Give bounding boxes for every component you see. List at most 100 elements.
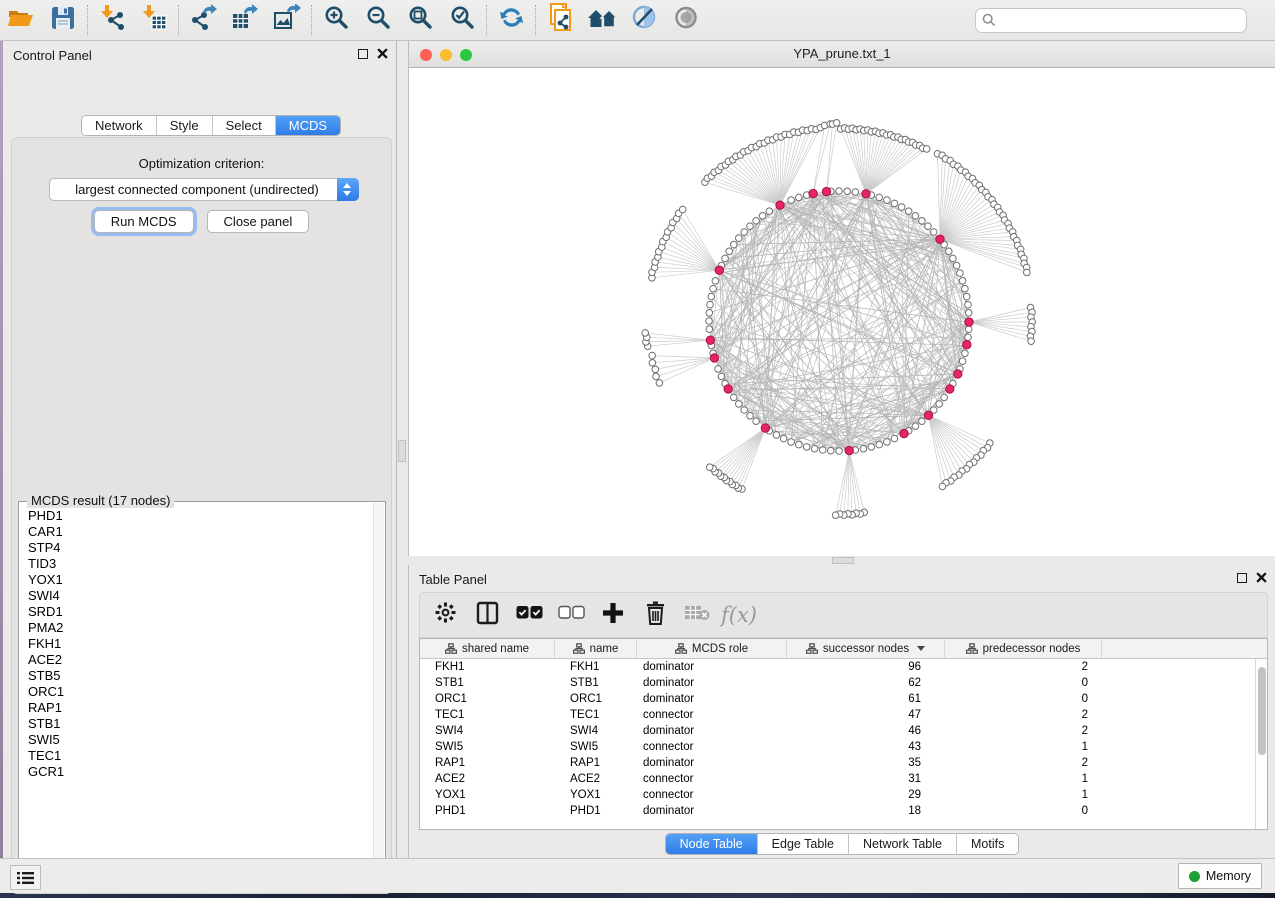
mcds-node-item[interactable]: CAR1	[28, 524, 373, 540]
zoom-out-button[interactable]	[357, 2, 399, 38]
mcds-node-item[interactable]: SRD1	[28, 604, 373, 620]
tab-edge-table[interactable]: Edge Table	[758, 834, 849, 854]
mcds-node-item[interactable]: ORC1	[28, 684, 373, 700]
mcds-list-scrollbar[interactable]	[373, 503, 384, 879]
mcds-node-item[interactable]: TEC1	[28, 748, 373, 764]
open-folder-button[interactable]	[0, 2, 42, 38]
table-scrollbar[interactable]	[1255, 659, 1267, 829]
import-table-button[interactable]	[133, 2, 175, 38]
table-row[interactable]: PHD1PHD1dominator180	[420, 803, 1255, 819]
mcds-node-item[interactable]: PMA2	[28, 620, 373, 636]
mcds-node-item[interactable]: YOX1	[28, 572, 373, 588]
column-header-name[interactable]: name	[555, 639, 637, 658]
mcds-node-item[interactable]: GCR1	[28, 764, 373, 780]
vertical-splitter-grip[interactable]	[398, 440, 406, 462]
horizontal-splitter-grip[interactable]	[832, 557, 854, 564]
memory-button-label: Memory	[1206, 869, 1251, 883]
mcds-node-item[interactable]: TID3	[28, 556, 373, 572]
mcds-node-item[interactable]: SWI5	[28, 732, 373, 748]
run-mcds-button[interactable]: Run MCDS	[94, 210, 194, 233]
tab-motifs[interactable]: Motifs	[957, 834, 1018, 854]
mcds-node-item[interactable]: FKH1	[28, 636, 373, 652]
cell-predecessor-nodes: 2	[945, 709, 1102, 721]
tab-network[interactable]: Network	[82, 116, 157, 135]
mcds-node-item[interactable]: STP4	[28, 540, 373, 556]
table-row[interactable]: STB1STB1dominator620	[420, 675, 1255, 691]
export-table-button[interactable]	[224, 2, 266, 38]
column-header-successor-nodes[interactable]: successor nodes	[787, 639, 945, 658]
table-row[interactable]: ACE2ACE2connector311	[420, 771, 1255, 787]
show-graphics-details-button[interactable]	[665, 2, 707, 38]
add-column-button[interactable]	[600, 602, 626, 628]
list-icon	[17, 871, 34, 885]
task-history-button[interactable]	[10, 865, 41, 890]
tab-network-table[interactable]: Network Table	[849, 834, 957, 854]
close-panel-button[interactable]: Close panel	[207, 210, 310, 233]
mcds-result-list[interactable]: PHD1CAR1STP4TID3YOX1SWI4SRD1PMA2FKH1ACE2…	[20, 508, 373, 879]
tab-mcds[interactable]: MCDS	[276, 116, 340, 135]
save-session-button[interactable]	[42, 2, 84, 38]
column-header-MCDS-role[interactable]: MCDS role	[637, 639, 787, 658]
table-row[interactable]: SWI4SWI4dominator462	[420, 723, 1255, 739]
tab-select[interactable]: Select	[213, 116, 276, 135]
table-row[interactable]: ORC1ORC1dominator610	[420, 691, 1255, 707]
close-panel-icon[interactable]	[377, 48, 388, 59]
table-scrollbar-thumb[interactable]	[1258, 667, 1266, 755]
table-row[interactable]: TEC1TEC1connector472	[420, 707, 1255, 723]
export-network-button[interactable]	[182, 2, 224, 38]
hide-graphics-details-button[interactable]	[623, 2, 665, 38]
criterion-dropdown[interactable]: largest connected component (undirected)	[49, 178, 359, 201]
tab-node-table[interactable]: Node Table	[666, 834, 758, 854]
show-columns-button[interactable]	[474, 602, 500, 628]
delete-table-button[interactable]	[684, 602, 710, 628]
table-mode-gear-button[interactable]	[432, 602, 458, 628]
zoom-selected-button[interactable]	[441, 2, 483, 38]
export-image-button[interactable]	[266, 2, 308, 38]
network-window-titlebar[interactable]: YPA_prune.txt_1	[409, 41, 1275, 68]
column-header-predecessor-nodes[interactable]: predecessor nodes	[945, 639, 1102, 658]
horizontal-splitter[interactable]	[408, 556, 1275, 565]
mcds-node-item[interactable]: STB1	[28, 716, 373, 732]
network-from-selection-icon	[547, 3, 574, 37]
vertical-splitter[interactable]	[397, 41, 408, 858]
float-panel-icon[interactable]	[358, 49, 368, 59]
apply-layout-button[interactable]	[490, 2, 532, 38]
mcds-node-item[interactable]: SWI4	[28, 588, 373, 604]
minimize-window-icon[interactable]	[440, 49, 452, 61]
deselect-all-rows-button[interactable]	[558, 602, 584, 628]
search-input[interactable]	[975, 8, 1247, 33]
save-session-icon	[50, 5, 76, 36]
mcds-node-item[interactable]: ACE2	[28, 652, 373, 668]
network-from-selection-button[interactable]	[539, 2, 581, 38]
open-folder-icon	[7, 5, 35, 36]
zoom-in-button[interactable]	[315, 2, 357, 38]
cell-MCDS-role: connector	[637, 741, 787, 753]
float-table-panel-icon[interactable]	[1237, 573, 1247, 583]
network-canvas[interactable]	[409, 68, 1275, 556]
mcds-node-item[interactable]: RAP1	[28, 700, 373, 716]
table-row[interactable]: SWI5SWI5connector431	[420, 739, 1255, 755]
cell-shared-name: SWI5	[420, 741, 555, 753]
zoom-fit-button[interactable]	[399, 2, 441, 38]
network-graph[interactable]	[409, 68, 1275, 556]
select-all-rows-button[interactable]	[516, 602, 542, 628]
apply-function-button[interactable]: f(x)	[726, 602, 752, 628]
close-window-icon[interactable]	[420, 49, 432, 61]
delete-column-button[interactable]	[642, 602, 668, 628]
column-header-shared-name[interactable]: shared name	[420, 639, 555, 658]
table-row[interactable]: YOX1YOX1connector291	[420, 787, 1255, 803]
toolbar-separator	[486, 5, 487, 35]
mcds-node-item[interactable]: PHD1	[28, 508, 373, 524]
go-home-button[interactable]	[581, 2, 623, 38]
maximize-window-icon[interactable]	[460, 49, 472, 61]
import-network-button[interactable]	[91, 2, 133, 38]
tab-style[interactable]: Style	[157, 116, 213, 135]
sort-chevron-icon[interactable]	[917, 646, 925, 651]
memory-button[interactable]: Memory	[1178, 863, 1262, 889]
mcds-node-item[interactable]: STB5	[28, 668, 373, 684]
cell-shared-name: PHD1	[420, 805, 555, 817]
table-row[interactable]: FKH1FKH1dominator962	[420, 659, 1255, 675]
network-window-title: YPA_prune.txt_1	[409, 41, 1275, 67]
table-row[interactable]: RAP1RAP1dominator352	[420, 755, 1255, 771]
close-table-panel-icon[interactable]	[1256, 572, 1267, 583]
